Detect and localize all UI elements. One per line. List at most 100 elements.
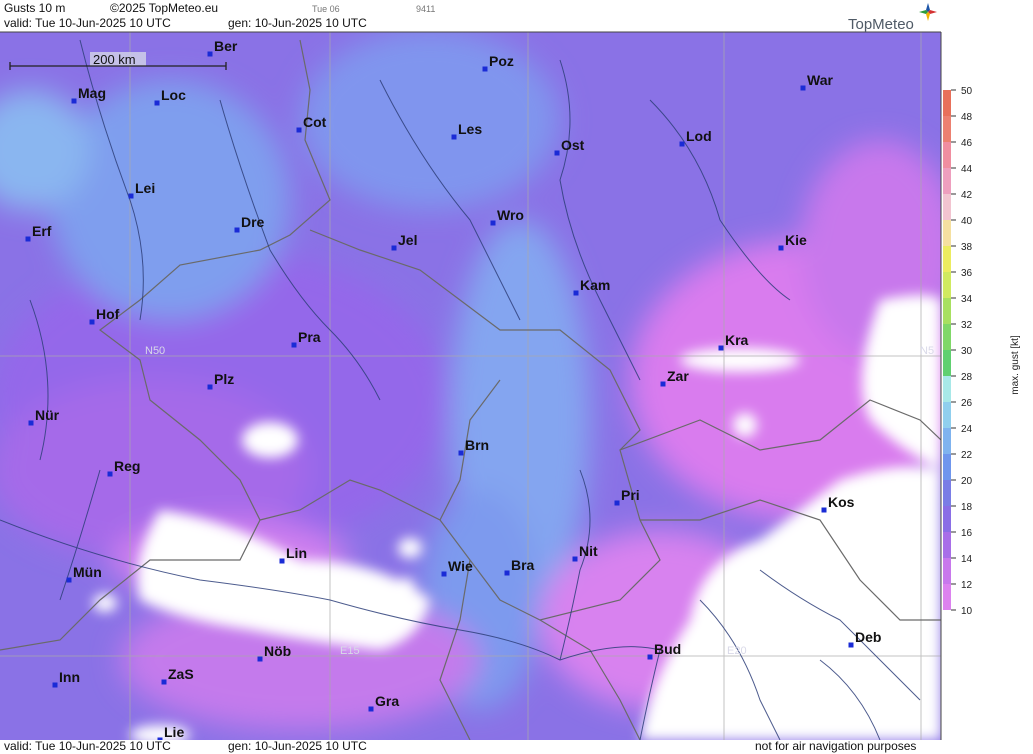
city-label: Jel (398, 232, 417, 248)
city-label: Kra (725, 332, 749, 348)
legend-tick-label: 38 (961, 242, 973, 253)
city-marker (614, 500, 620, 506)
city-marker (234, 227, 240, 233)
city-marker (279, 558, 285, 564)
city-label: Pri (621, 487, 640, 503)
legend-tick-label: 34 (961, 294, 973, 305)
legend-tick-label: 30 (961, 346, 973, 357)
legend-tick-label: 12 (961, 580, 973, 591)
legend-swatch (943, 168, 951, 194)
city-marker (482, 66, 488, 72)
city-label: Gra (375, 693, 399, 709)
grid-label-lon2: E20 (727, 645, 747, 657)
valid-time: valid: Tue 10-Jun-2025 10 UTC (4, 16, 171, 30)
legend-tick-label: 20 (961, 476, 973, 487)
city-label: Kam (580, 277, 610, 293)
city-label: Wro (497, 207, 524, 223)
city-label: Nür (35, 407, 60, 423)
city-label: Bra (511, 557, 535, 573)
legend-tick-label: 18 (961, 502, 973, 513)
city-label: Nit (579, 543, 598, 559)
city-marker (257, 656, 263, 662)
legend-tick-label: 32 (961, 320, 973, 331)
legend-swatch (943, 454, 951, 480)
city-label: Ost (561, 137, 585, 153)
grid-label-lat: N50 (145, 345, 165, 357)
city-label: Zar (667, 368, 689, 384)
city-marker (554, 150, 560, 156)
city-label: Lie (164, 724, 184, 740)
city-marker (66, 577, 72, 583)
city-label: Lod (686, 128, 712, 144)
grid-label-lon1: E15 (340, 645, 360, 657)
city-label: Deb (855, 629, 881, 645)
city-label: Lin (286, 545, 307, 561)
city-label: ZaS (168, 666, 194, 682)
city-marker (573, 290, 579, 296)
map-title: Gusts 10 m (4, 1, 66, 15)
legend-title: max. gust [kt] (1010, 335, 1021, 395)
city-marker (490, 220, 496, 226)
legend-swatch (943, 558, 951, 584)
city-label: Erf (32, 223, 52, 239)
city-label: Dre (241, 214, 265, 230)
city-marker (647, 654, 653, 660)
city-marker (660, 381, 666, 387)
legend-tick-label: 44 (961, 164, 973, 175)
legend-swatch (943, 376, 951, 402)
city-marker (296, 127, 302, 133)
legend-tick-label: 46 (961, 138, 973, 149)
grid-label-lat-right: N5 (920, 345, 934, 357)
city-marker (28, 420, 34, 426)
legend-swatch (943, 584, 951, 610)
city-label: Kie (785, 232, 807, 248)
city-label: Reg (114, 458, 140, 474)
city-marker (718, 345, 724, 351)
city-label: War (807, 72, 833, 88)
city-label: Bud (654, 641, 681, 657)
legend-tick-label: 14 (961, 554, 973, 565)
city-marker (504, 570, 510, 576)
legend-tick-label: 10 (961, 606, 973, 617)
legend-swatch (943, 402, 951, 428)
city-label: Hof (96, 306, 120, 322)
legend-tick-label: 42 (961, 190, 973, 201)
run-time: Tue 06 (312, 4, 340, 14)
city-marker (391, 245, 397, 251)
city-label: Lei (135, 180, 155, 196)
city-label: Mün (73, 564, 102, 580)
footer-valid-time: valid: Tue 10-Jun-2025 10 UTC (4, 739, 171, 753)
city-marker (291, 342, 297, 348)
copyright: ©2025 TopMeteo.eu (110, 1, 219, 15)
city-marker (161, 679, 167, 685)
city-marker (25, 236, 31, 242)
legend-swatch (943, 428, 951, 454)
city-label: Cot (303, 114, 327, 130)
city-label: Poz (489, 53, 514, 69)
legend-tick-label: 36 (961, 268, 973, 279)
city-marker (128, 193, 134, 199)
city-marker (154, 100, 160, 106)
legend-swatch (943, 272, 951, 298)
city-marker (368, 706, 374, 712)
legend-tick-label: 50 (961, 86, 973, 97)
legend-swatch (943, 506, 951, 532)
brand-name: TopMeteo (848, 16, 914, 33)
city-label: Plz (214, 371, 234, 387)
city-label: Wie (448, 558, 473, 574)
city-marker (207, 384, 213, 390)
legend-swatch (943, 220, 951, 246)
gust-field (0, 32, 941, 740)
city-label: Loc (161, 87, 186, 103)
city-marker (848, 642, 854, 648)
legend-swatch (943, 116, 951, 142)
city-marker (800, 85, 806, 91)
legend-swatch (943, 142, 951, 168)
gust-map: N50 N5 E15 E20 200 km Ber Poz War Mag Loc Cot… (0, 0, 1033, 754)
city-marker (71, 98, 77, 104)
city-kam: Kam (573, 277, 610, 296)
city-label: Inn (59, 669, 80, 685)
legend-swatch (943, 194, 951, 220)
legend-swatch (943, 90, 951, 116)
city-label: Les (458, 121, 482, 137)
